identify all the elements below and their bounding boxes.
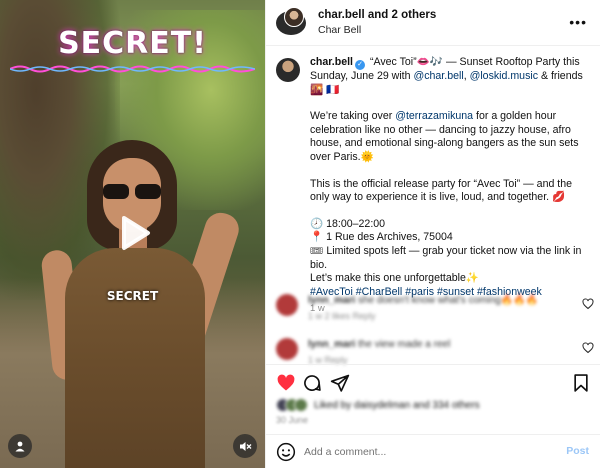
post-button[interactable]: Post [566,445,589,457]
avatar[interactable] [276,294,298,316]
comment-text: she doesn't know what's coming🔥🔥🔥 [358,295,539,306]
mention-link[interactable]: @loskid.music [470,70,538,82]
post-actions-bar [266,364,600,398]
caption-username[interactable]: char.bell [310,56,353,68]
author-username[interactable]: char.bell [318,9,365,21]
likes-text: Liked by daisydelman and 334 others [314,399,480,411]
event-time: 🕗 18:00–22:00 [310,217,386,230]
add-comment-bar: Post [266,434,600,468]
post-header: char.bell and 2 others Char Bell ••• [266,0,600,46]
liked-heart-icon[interactable] [276,373,296,393]
avatar[interactable] [276,58,300,82]
muted-speaker-icon[interactable] [233,434,257,458]
caption-paragraph: This is the official release party for “… [310,177,573,204]
woman-figure [40,140,243,468]
author-subtitle[interactable]: Char Bell [318,23,436,38]
like-comment-heart-icon[interactable] [582,342,594,354]
avatar[interactable] [276,338,298,360]
likes-summary[interactable]: Liked by daisydelman and 334 others [276,398,480,412]
comment-username[interactable]: lynn_mari [308,339,355,350]
soundwave-decoration [10,65,255,73]
comment-input[interactable] [304,445,544,458]
post-date: 30 June [276,415,309,425]
ticket-note: 🎟 Limited spots left — grab your ticket … [310,244,582,271]
more-options-icon[interactable]: ••• [569,14,587,30]
post-caption: char.bell ✓ “Avec Toi”👄🎶 — Sunset Rooftop… [276,56,596,316]
overlay-title: SECRET! [58,26,207,61]
post-video[interactable]: SECRET! SECRET [0,0,265,468]
emoji-icon[interactable] [276,442,296,462]
list-item: lynn_mari she doesn't know what's coming… [276,294,596,330]
share-icon[interactable] [330,373,350,393]
comment-meta: 1 w 2 likes Reply [308,311,376,321]
play-icon[interactable] [110,210,156,256]
closing-line: Let’s make this one unforgettable✨ [310,272,480,285]
post-details-panel: char.bell and 2 others Char Bell ••• cha… [265,0,600,468]
comment-username[interactable]: lynn_mari [308,295,355,306]
avatar [294,398,308,412]
mention-link[interactable]: @char.bell [413,70,463,82]
sunglasses [101,184,163,200]
user-tag-icon[interactable] [8,434,32,458]
overlay-subtitle: SECRET [106,289,159,303]
comment-text: the view made a reel [358,339,451,350]
verified-badge-icon: ✓ [355,60,365,70]
bookmark-icon[interactable] [571,373,591,393]
comment-icon[interactable] [302,373,322,393]
collaborators-link[interactable]: and 2 others [365,9,436,21]
avatar[interactable] [276,6,306,35]
like-comment-heart-icon[interactable] [582,298,594,310]
mention-link[interactable]: @terrazamikuna [395,110,473,122]
event-address: 📍 1 Rue des Archives, 75004 [310,231,453,244]
instagram-post-modal: SECRET! SECRET char.bell and 2 others Ch… [0,0,600,468]
